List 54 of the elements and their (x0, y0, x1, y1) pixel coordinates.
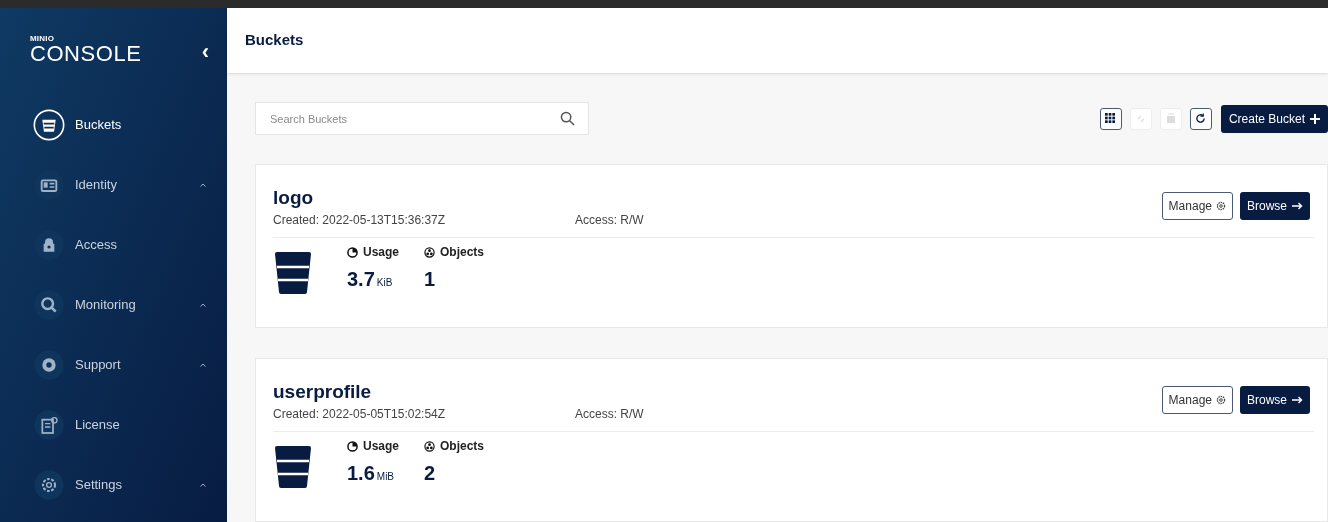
bucket-icon (273, 445, 313, 489)
sidebar-item[interactable]: Settings (0, 455, 227, 515)
collapse-button[interactable]: ‹ (201, 41, 209, 63)
access-label: Access: R/W (575, 212, 644, 229)
plus-icon (1310, 113, 1320, 124)
sidebar-item[interactable]: License (0, 395, 227, 455)
bucket-icon (33, 109, 65, 141)
sidebar-item[interactable]: Access (0, 215, 227, 275)
manage-button[interactable]: Manage (1161, 192, 1233, 220)
search-field[interactable]: Search Buckets (255, 102, 589, 135)
objects-count: 1 (424, 267, 436, 292)
stack-icon (1164, 113, 1177, 124)
toolbar-button[interactable] (1189, 107, 1212, 130)
sidebar-item[interactable]: Buckets (0, 95, 227, 155)
manage-button[interactable]: Manage (1161, 386, 1233, 414)
browse-button[interactable]: Browse (1240, 386, 1310, 414)
arrow-right-icon (1292, 396, 1303, 404)
access-label: Access: R/W (575, 406, 644, 423)
usage-unit: KiB (376, 276, 393, 290)
toolbar-button[interactable] (1099, 107, 1122, 130)
objects-label: Objects (440, 244, 484, 261)
bucket-name: logo (273, 187, 315, 209)
logo-title: CONSOLE (30, 43, 142, 65)
sidebar-item[interactable]: Identity (0, 155, 227, 215)
bucket-name: userprofile (273, 381, 373, 403)
settings-icon (33, 469, 65, 501)
refresh-icon (1195, 113, 1207, 124)
document-icon (33, 409, 65, 441)
sidebar-item[interactable]: Support (0, 335, 227, 395)
gear-icon (1216, 201, 1226, 211)
search-icon (560, 111, 575, 126)
usage-label: Usage (363, 244, 400, 261)
usage-unit: MiB (376, 470, 395, 484)
pie-chart-icon (347, 440, 358, 452)
created-date: Created: 2022-05-05T15:02:54Z (273, 406, 447, 423)
create-bucket-button[interactable]: Create Bucket (1220, 104, 1328, 133)
bucket-icon (273, 251, 313, 295)
page-title: Buckets (245, 30, 304, 51)
sidebar-item[interactable]: Monitoring (0, 275, 227, 335)
browse-button[interactable]: Browse (1240, 192, 1310, 220)
logo-wordmark: MINIO (30, 35, 56, 43)
created-date: Created: 2022-05-13T15:36:37Z (273, 212, 447, 229)
grid-icon (1105, 113, 1117, 124)
objects-icon (424, 440, 435, 452)
usage-label: Usage (363, 438, 400, 455)
usage-value: 1.6 (347, 461, 375, 486)
objects-count: 2 (424, 461, 436, 486)
arrow-right-icon (1292, 202, 1303, 210)
magnifier-icon (33, 289, 65, 321)
gear-icon (1216, 395, 1226, 405)
objects-icon (424, 246, 435, 258)
usage-value: 3.7 (347, 267, 375, 292)
pie-chart-icon (347, 246, 358, 258)
objects-label: Objects (440, 438, 484, 455)
